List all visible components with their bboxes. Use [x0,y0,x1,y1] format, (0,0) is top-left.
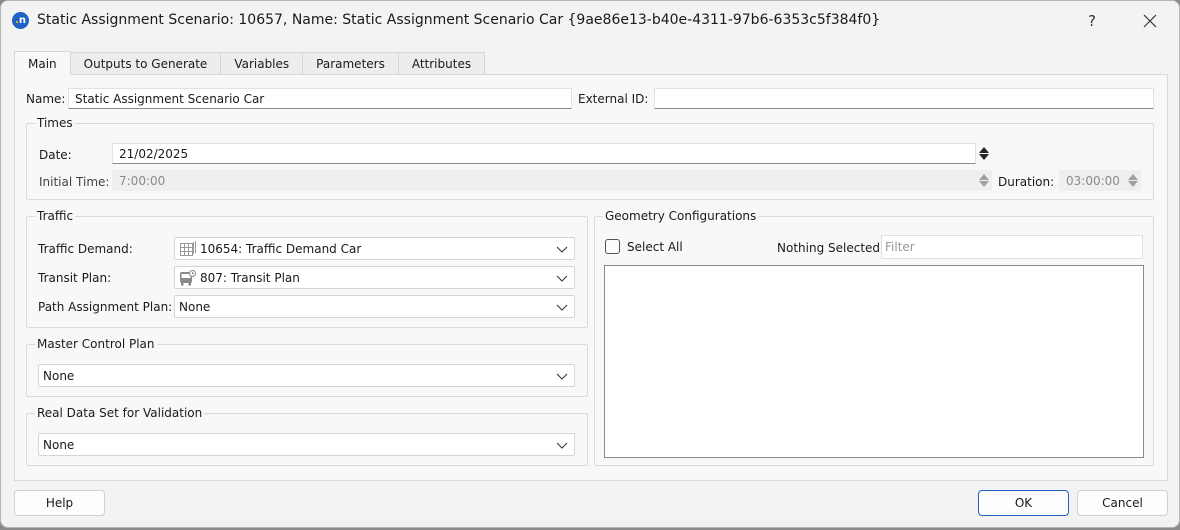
master-control-plan-group: Master Control Plan None [26,337,588,397]
external-id-input[interactable] [654,88,1154,109]
spin-up-icon [979,147,989,153]
path-assignment-plan-value: None [179,299,211,314]
duration-spinner[interactable] [1126,171,1140,190]
select-all-checkbox[interactable] [605,239,620,254]
traffic-demand-dropdown[interactable]: 10654: Traffic Demand Car [174,237,575,260]
app-logo-icon: .n [12,12,29,29]
filter-input[interactable]: Filter [881,235,1143,259]
tab-bar: Main Outputs to Generate Variables Param… [14,51,486,75]
traffic-group-title: Traffic [35,209,76,223]
geometry-configurations-list[interactable] [604,265,1144,458]
real-data-set-group: Real Data Set for Validation None [26,406,588,466]
spin-down-icon [1128,181,1138,187]
cancel-button[interactable]: Cancel [1077,490,1168,516]
external-id-label: External ID: [578,92,649,106]
spin-up-icon [1128,174,1138,180]
traffic-demand-grid-icon [179,240,197,257]
chevron-down-icon [556,275,568,282]
name-label: Name: [26,92,66,106]
chevron-down-icon [556,442,568,449]
initial-time-input[interactable]: 7:00:00 [112,170,992,191]
transit-plan-dropdown[interactable]: 807: Transit Plan [174,266,575,289]
real-data-set-value: None [43,437,75,452]
path-assignment-plan-dropdown[interactable]: None [174,295,575,318]
master-control-plan-value: None [43,368,75,383]
initial-time-label: Initial Time: [39,175,110,189]
tab-main[interactable]: Main [14,51,71,75]
title-bar: .n Static Assignment Scenario: 10657, Na… [1,1,1179,41]
real-data-set-title: Real Data Set for Validation [35,406,205,420]
initial-time-spinner[interactable] [977,171,991,190]
date-input[interactable]: 21/02/2025 [112,143,976,164]
window-title: Static Assignment Scenario: 10657, Name:… [37,12,881,28]
path-assignment-plan-label: Path Assignment Plan: [38,300,173,314]
name-input[interactable]: Static Assignment Scenario Car [68,88,572,109]
ok-button[interactable]: OK [978,490,1069,516]
traffic-demand-value: 10654: Traffic Demand Car [200,241,362,256]
traffic-group: Traffic Traffic Demand: 10654: Traffic D… [26,209,588,328]
spin-up-icon [979,174,989,180]
select-all-label[interactable]: Select All [627,240,683,254]
tab-attributes[interactable]: Attributes [397,52,486,75]
master-control-plan-dropdown[interactable]: None [38,364,575,387]
transit-plan-label: Transit Plan: [38,271,112,285]
transit-bus-icon [179,269,197,286]
help-question-button[interactable]: ? [1069,7,1115,35]
close-icon [1143,14,1157,28]
transit-plan-value: 807: Transit Plan [200,270,300,285]
master-control-plan-title: Master Control Plan [35,337,157,351]
help-button[interactable]: Help [14,490,105,516]
app-logo-letter: n [18,14,26,26]
geometry-configurations-group: Geometry Configurations Select All Nothi… [594,209,1154,466]
close-button[interactable] [1127,7,1173,35]
spin-down-icon [979,181,989,187]
date-spinner[interactable] [977,144,991,163]
selection-status: Nothing Selected [777,241,881,255]
times-group: Times Date: 21/02/2025 Initial Time: 7:0… [26,116,1154,200]
chevron-down-icon [556,304,568,311]
traffic-demand-label: Traffic Demand: [38,242,133,256]
dialog-window: .n Static Assignment Scenario: 10657, Na… [0,0,1180,528]
times-group-title: Times [35,116,75,130]
spin-down-icon [979,154,989,160]
date-label: Date: [39,148,72,162]
tab-parameters[interactable]: Parameters [302,52,399,75]
main-tab-panel: Name: Static Assignment Scenario Car Ext… [14,74,1168,481]
chevron-down-icon [556,373,568,380]
duration-label: Duration: [998,175,1055,189]
real-data-set-dropdown[interactable]: None [38,433,575,456]
tab-outputs-to-generate[interactable]: Outputs to Generate [69,52,222,75]
geometry-configurations-title: Geometry Configurations [603,209,759,223]
chevron-down-icon [556,246,568,253]
tab-variables[interactable]: Variables [220,52,304,75]
